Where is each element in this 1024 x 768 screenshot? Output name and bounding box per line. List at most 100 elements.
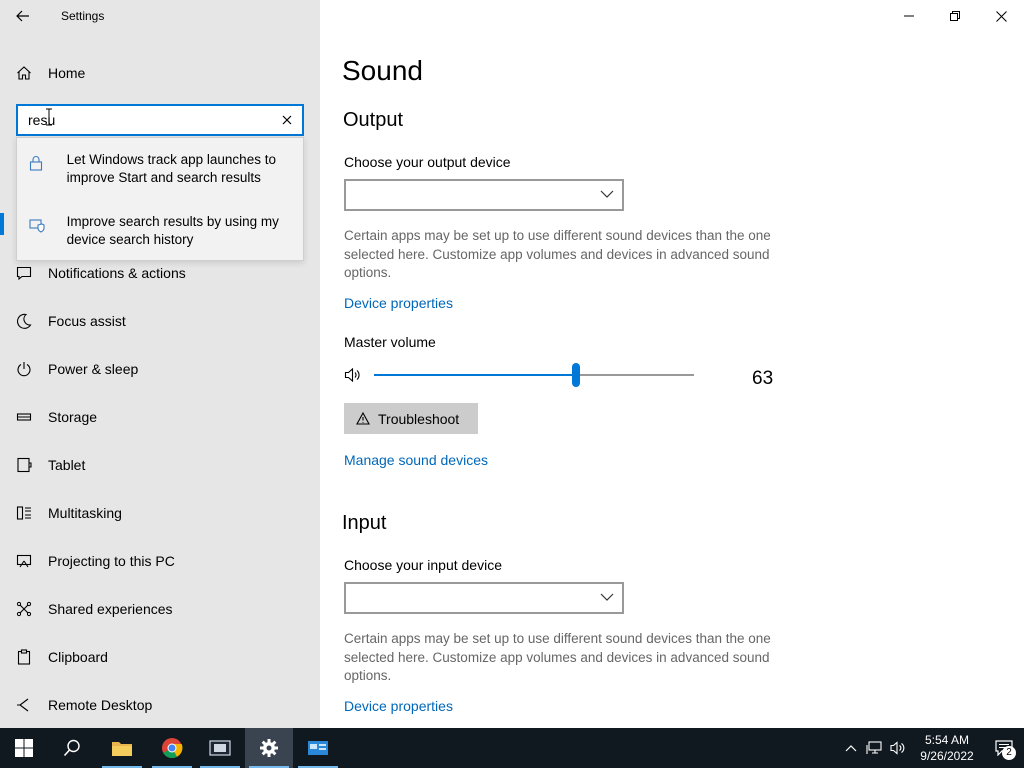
warning-icon — [356, 412, 370, 425]
output-device-dropdown[interactable] — [344, 179, 624, 211]
nav-home-label: Home — [48, 65, 86, 81]
clock[interactable]: 5:54 AM 9/26/2022 — [910, 732, 984, 764]
search-input[interactable]: resu — [16, 104, 304, 136]
taskbar-media-app[interactable] — [196, 728, 244, 768]
taskbar-search-button[interactable] — [48, 728, 96, 768]
sidebar-item-notifications[interactable]: Notifications & actions — [0, 255, 320, 291]
input-heading: Input — [342, 512, 387, 534]
shared-icon — [0, 601, 48, 617]
volume-track-fill — [374, 374, 576, 376]
chevron-down-icon — [600, 190, 614, 198]
suggestion-item[interactable]: Improve search results by using my devic… — [17, 200, 303, 262]
home-icon — [0, 65, 48, 81]
sidebar-item-tablet[interactable]: Tablet — [0, 447, 320, 483]
action-center-button[interactable]: 2 — [984, 728, 1024, 768]
back-arrow-icon — [16, 10, 29, 22]
sidebar-item-projecting[interactable]: Projecting to this PC — [0, 543, 320, 579]
volume-tray-button[interactable] — [886, 741, 910, 755]
sidebar-item-multitasking[interactable]: Multitasking — [0, 495, 320, 531]
suggestion-text: Let Windows track app launches to improv… — [66, 152, 276, 185]
title-bar: Settings — [0, 0, 320, 32]
input-device-properties-link[interactable]: Device properties — [344, 698, 453, 714]
chevron-down-icon — [600, 593, 614, 601]
close-icon — [282, 115, 292, 125]
sidebar-item-storage[interactable]: Storage — [0, 399, 320, 435]
sidebar-item-label: Multitasking — [48, 505, 122, 521]
sidebar-item-label: Remote Desktop — [48, 697, 153, 713]
main-content: Sound Output Choose your output device C… — [320, 0, 1024, 728]
sidebar: Settings Home resu Let Windows track app… — [0, 0, 320, 728]
troubleshoot-label: Troubleshoot — [378, 410, 460, 427]
suggestion-text: Improve search results by using my devic… — [66, 214, 279, 247]
taskbar-file-explorer[interactable] — [98, 728, 146, 768]
start-button[interactable] — [0, 728, 48, 768]
show-hidden-icons-button[interactable] — [840, 744, 862, 752]
sidebar-item-shared-experiences[interactable]: Shared experiences — [0, 591, 320, 627]
remote-desktop-icon — [0, 697, 48, 713]
media-icon — [209, 740, 231, 756]
start-icon — [15, 739, 33, 757]
network-button[interactable] — [862, 741, 886, 755]
text-cursor-icon — [46, 108, 52, 126]
taskbar-chrome[interactable] — [148, 728, 196, 768]
sidebar-item-remote-desktop[interactable]: Remote Desktop — [0, 687, 320, 723]
speaker-icon[interactable] — [344, 366, 362, 384]
shield-icon — [29, 217, 55, 238]
volume-slider-thumb[interactable] — [571, 363, 580, 387]
back-button[interactable] — [0, 0, 46, 32]
close-icon — [995, 10, 1007, 22]
output-heading: Output — [343, 109, 404, 131]
nav-home[interactable]: Home — [0, 56, 320, 90]
clear-search-button[interactable] — [272, 106, 302, 134]
system-tray: 5:54 AM 9/26/2022 2 — [840, 728, 1024, 768]
sidebar-item-label: Notifications & actions — [48, 265, 186, 281]
volume-slider-row — [344, 362, 784, 390]
search-suggestions: Let Windows track app launches to improv… — [16, 137, 304, 261]
file-explorer-icon — [112, 742, 132, 756]
projecting-icon — [0, 553, 48, 569]
restore-button[interactable] — [932, 0, 978, 32]
network-icon — [866, 741, 882, 754]
sidebar-item-clipboard[interactable]: Clipboard — [0, 639, 320, 675]
output-device-properties-link[interactable]: Device properties — [344, 295, 453, 311]
notification-count-badge: 2 — [1002, 746, 1016, 760]
settings-icon — [260, 739, 278, 757]
page-title: Sound — [342, 55, 423, 86]
clipboard-icon — [0, 649, 48, 665]
multitasking-icon — [0, 505, 48, 521]
taskbar-app[interactable] — [294, 728, 342, 768]
app-icon — [308, 741, 328, 755]
storage-icon — [0, 409, 48, 425]
power-icon — [0, 361, 48, 377]
minimize-button[interactable] — [886, 0, 932, 32]
troubleshoot-button[interactable]: Troubleshoot — [344, 403, 478, 434]
sidebar-item-focus-assist[interactable]: Focus assist — [0, 303, 320, 339]
output-description: Certain apps may be set up to use differ… — [344, 228, 771, 280]
clock-time: 5:54 AM — [924, 733, 970, 747]
volume-value: 63 — [752, 368, 774, 389]
sidebar-item-label: Shared experiences — [48, 601, 173, 617]
input-device-dropdown[interactable] — [344, 582, 624, 614]
search-icon — [63, 739, 80, 757]
close-button[interactable] — [978, 0, 1024, 32]
sidebar-item-power-sleep[interactable]: Power & sleep — [0, 351, 320, 387]
window-controls — [886, 0, 1024, 32]
sidebar-item-label: Clipboard — [48, 649, 108, 665]
tablet-icon — [0, 457, 48, 473]
app-title: Settings — [61, 9, 105, 23]
restore-icon — [950, 11, 960, 21]
input-device-label: Choose your input device — [344, 557, 502, 573]
sidebar-item-label: Storage — [48, 409, 98, 425]
input-description: Certain apps may be set up to use differ… — [344, 631, 771, 683]
chrome-icon — [162, 738, 183, 759]
chevron-up-icon — [845, 745, 857, 752]
minimize-icon — [904, 15, 914, 17]
moon-icon — [0, 313, 48, 329]
sidebar-item-label: Focus assist — [48, 313, 126, 329]
suggestion-item[interactable]: Let Windows track app launches to improv… — [17, 138, 303, 200]
taskbar-settings[interactable] — [245, 728, 293, 768]
taskbar: 5:54 AM 9/26/2022 2 — [0, 728, 1024, 768]
clock-date: 9/26/2022 — [920, 749, 974, 763]
manage-sound-devices-link[interactable]: Manage sound devices — [344, 452, 488, 468]
sidebar-item-label: Tablet — [48, 457, 86, 473]
